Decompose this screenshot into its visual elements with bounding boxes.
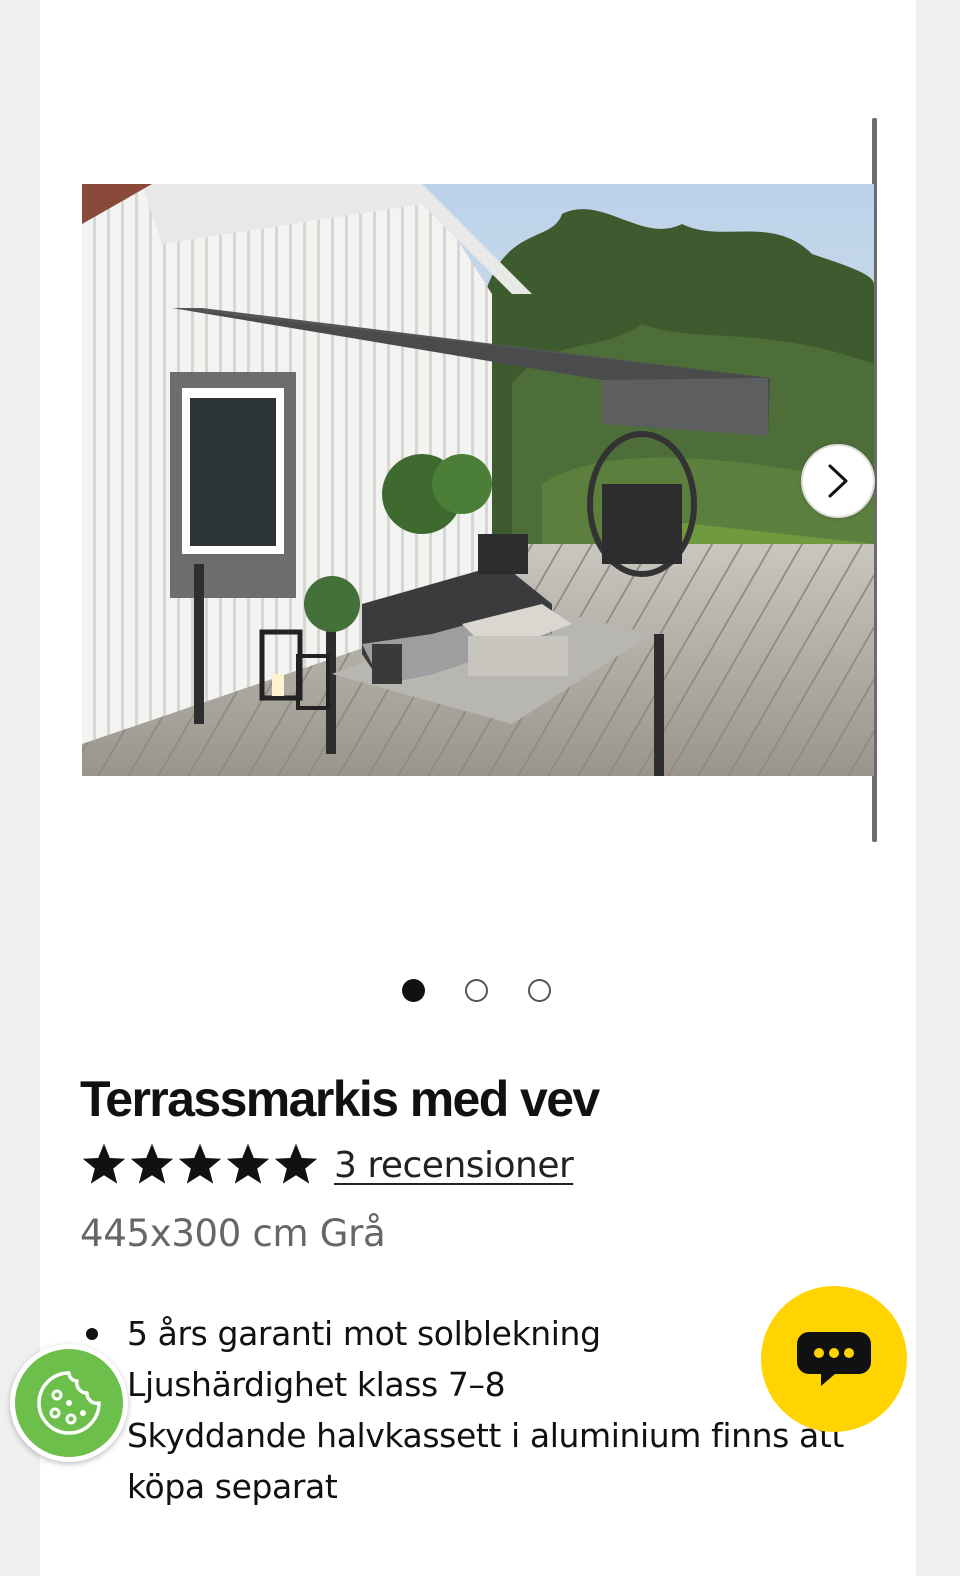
product-title: Terrassmarkis med vev — [80, 1071, 600, 1127]
next-image-button[interactable] — [801, 444, 875, 518]
feature-item: Ljushärdighet klass 7–8 — [127, 1365, 506, 1404]
feature-item: 5 års garanti mot solblekning — [86, 1308, 847, 1359]
chat-button[interactable] — [761, 1286, 907, 1432]
star-icon — [130, 1143, 174, 1184]
gallery-dot-3[interactable] — [528, 979, 551, 1002]
star-icon — [82, 1143, 126, 1184]
chevron-right-icon — [828, 464, 848, 498]
star-icon — [178, 1143, 222, 1184]
cookie-settings-button[interactable] — [10, 1344, 128, 1462]
gallery-pagination — [402, 979, 551, 1002]
feature-list: 5 års garanti mot solblekning Ljushärdig… — [86, 1308, 847, 1512]
star-icon — [274, 1143, 318, 1184]
star-icon — [226, 1143, 270, 1184]
reviews-link[interactable]: 3 recensioner — [334, 1145, 574, 1186]
product-image — [82, 184, 874, 776]
chat-bubble-icon — [797, 1332, 871, 1386]
product-rating: 3 recensioner — [80, 1142, 574, 1188]
rating-stars — [80, 1142, 320, 1188]
product-image-gallery[interactable] — [82, 184, 874, 776]
feature-item: Skyddande halvkassett i aluminium finns … — [127, 1416, 844, 1506]
gallery-dot-2[interactable] — [465, 979, 488, 1002]
product-variant: 445x300 cm Grå — [80, 1212, 386, 1255]
gallery-dot-1[interactable] — [402, 979, 425, 1002]
cookie-icon — [37, 1371, 101, 1435]
